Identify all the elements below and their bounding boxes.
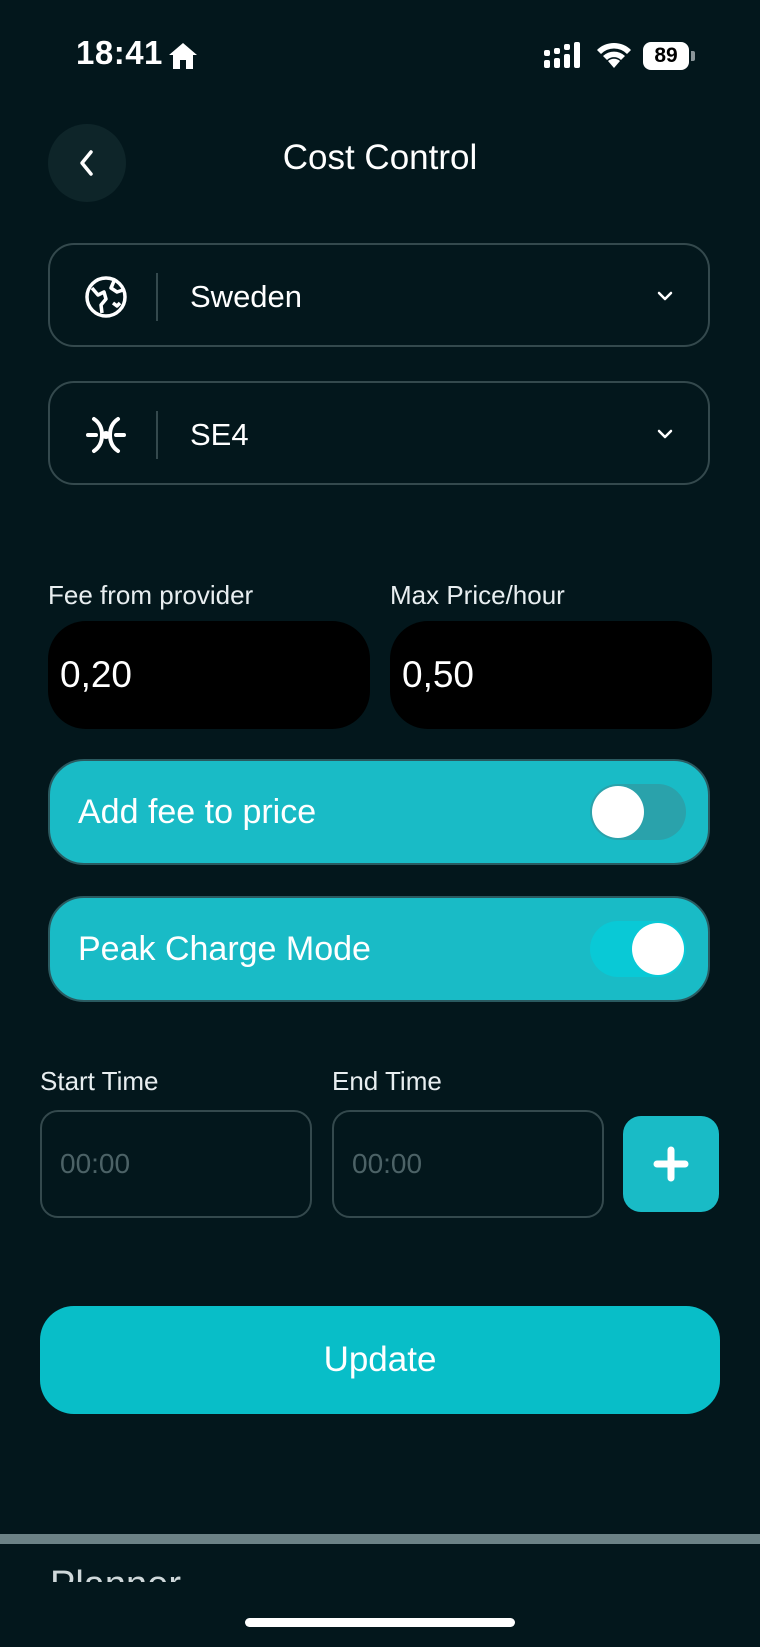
status-time: 18:41 <box>76 34 163 71</box>
country-select[interactable]: Sweden <box>48 243 710 347</box>
add-fee-switch[interactable] <box>590 784 686 840</box>
switch-knob <box>592 786 644 838</box>
add-time-button[interactable] <box>623 1116 719 1212</box>
home-indicator[interactable] <box>245 1618 515 1627</box>
globe-icon <box>85 276 127 318</box>
fee-label: Fee from provider <box>48 580 254 610</box>
peak-charge-label: Peak Charge Mode <box>78 930 371 968</box>
end-time-label: End Time <box>332 1066 442 1096</box>
home-icon <box>169 43 197 69</box>
add-fee-label: Add fee to price <box>78 793 317 831</box>
switch-knob <box>632 923 684 975</box>
add-fee-toggle-card[interactable]: Add fee to price <box>48 759 710 865</box>
zone-value: SE4 <box>190 417 249 452</box>
start-time-label: Start Time <box>40 1066 159 1096</box>
chevron-down-icon <box>657 429 673 439</box>
max-price-label: Max Price/hour <box>390 580 565 610</box>
start-time-input[interactable]: 00:00 <box>40 1110 312 1218</box>
country-value: Sweden <box>190 279 303 314</box>
sheet-divider <box>0 1534 760 1544</box>
battery-icon: 89 <box>643 42 695 70</box>
max-price-input[interactable]: 0,50 <box>390 621 712 729</box>
page-title: Cost Control <box>282 138 478 177</box>
wifi-icon <box>597 42 631 68</box>
update-button[interactable]: Update <box>40 1306 720 1414</box>
zone-icon <box>86 417 126 453</box>
peak-charge-switch[interactable] <box>590 921 686 977</box>
planner-section-peek: Planner <box>50 1560 350 1582</box>
fee-input[interactable]: 0,20 <box>48 621 370 729</box>
chevron-down-icon <box>657 291 673 301</box>
zone-select[interactable]: SE4 <box>48 381 710 485</box>
peak-charge-toggle-card[interactable]: Peak Charge Mode <box>48 896 710 1002</box>
plus-icon <box>653 1146 689 1182</box>
battery-level: 89 <box>643 42 689 70</box>
end-time-input[interactable]: 00:00 <box>332 1110 604 1218</box>
planner-label: Planner <box>50 1564 350 1582</box>
cellular-signal-icon <box>544 42 580 68</box>
